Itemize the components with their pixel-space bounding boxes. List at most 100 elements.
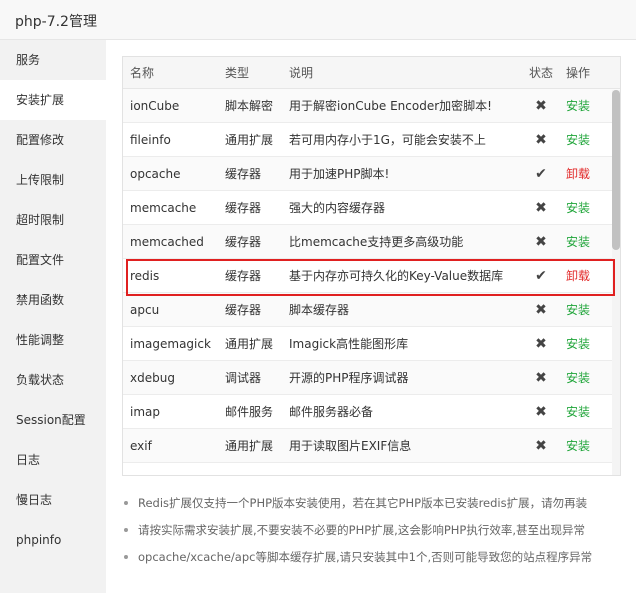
install-button[interactable]: 安装 xyxy=(566,201,590,215)
extension-desc: 开源的PHP程序调试器 xyxy=(289,371,409,385)
sidebar-item[interactable]: 安装扩展 xyxy=(0,80,106,120)
sidebar-item[interactable]: 超时限制 xyxy=(0,200,106,240)
table-row: fileinfo 通用扩展 若可用内存小于1G，可能会安装不上 ✖ 安装 xyxy=(123,123,620,157)
table-row: redis 缓存器 基于内存亦可持久化的Key-Value数据库 ✔ 卸载 xyxy=(123,259,620,293)
note-item: opcache/xcache/apc等脚本缓存扩展,请只安装其中1个,否则可能导… xyxy=(122,546,632,573)
header-name: 名称 xyxy=(130,66,155,80)
install-button[interactable]: 安装 xyxy=(566,133,590,147)
sidebar-item[interactable]: 配置修改 xyxy=(0,120,106,160)
install-button[interactable]: 安装 xyxy=(566,337,590,351)
cross-icon: ✖ xyxy=(535,335,547,352)
table-body: ionCube 脚本解密 用于解密ionCube Encoder加密脚本! ✖ 安装 fi… xyxy=(123,89,620,463)
note-item: Redis扩展仅支持一个PHP版本安装使用，若在其它PHP版本已安装redis扩… xyxy=(122,492,632,519)
extension-name: imap xyxy=(130,404,160,419)
extensions-table: 名称 类型 说明 状态 操作 ionCube 脚本解密 用于解密ionCube En… xyxy=(122,56,621,476)
extension-name: ionCube xyxy=(130,98,180,113)
extension-name: memcache xyxy=(130,200,197,215)
window-title: php-7.2管理 xyxy=(15,14,97,30)
table-row: xdebug 调试器 开源的PHP程序调试器 ✖ 安装 xyxy=(123,361,620,395)
extension-desc: 基于内存亦可持久化的Key-Value数据库 xyxy=(289,269,504,283)
cross-icon: ✖ xyxy=(535,131,547,148)
table-header: 名称 类型 说明 状态 操作 xyxy=(123,57,620,89)
extension-name: opcache xyxy=(130,166,181,181)
status-cell: ✖ xyxy=(522,234,560,250)
cross-icon: ✖ xyxy=(535,301,547,318)
action-cell: 安装 xyxy=(560,233,608,250)
status-cell: ✖ xyxy=(522,336,560,352)
sidebar-item[interactable]: 服务 xyxy=(0,40,106,80)
header-status: 状态 xyxy=(528,66,553,80)
install-button[interactable]: 安装 xyxy=(566,439,590,453)
cross-icon: ✖ xyxy=(535,199,547,216)
extension-type: 脚本解密 xyxy=(225,99,274,113)
action-cell: 安装 xyxy=(560,403,608,420)
extension-desc: 脚本缓存器 xyxy=(289,303,350,317)
sidebar-item[interactable]: 禁用函数 xyxy=(0,280,106,320)
action-cell: 卸载 xyxy=(560,267,608,284)
table-row: memcache 缓存器 强大的内容缓存器 ✖ 安装 xyxy=(123,191,620,225)
extension-desc: Imagick高性能图形库 xyxy=(289,337,409,351)
uninstall-button[interactable]: 卸载 xyxy=(566,269,590,283)
extension-name: xdebug xyxy=(130,370,175,385)
extension-name: imagemagick xyxy=(130,336,211,351)
sidebar-item[interactable]: 慢日志 xyxy=(0,480,106,520)
extension-type: 缓存器 xyxy=(225,167,262,181)
table-row: apcu 缓存器 脚本缓存器 ✖ 安装 xyxy=(123,293,620,327)
table-row: opcache 缓存器 用于加速PHP脚本! ✔ 卸载 xyxy=(123,157,620,191)
extension-name: exif xyxy=(130,438,152,453)
extension-name: fileinfo xyxy=(130,132,171,147)
action-cell: 安装 xyxy=(560,369,608,386)
extension-type: 缓存器 xyxy=(225,303,262,317)
install-button[interactable]: 安装 xyxy=(566,235,590,249)
extension-desc: 邮件服务器必备 xyxy=(289,405,374,419)
sidebar: 服务 安装扩展 配置修改 上传限制 超时限制 配置文件 禁用函数 性能调整 负载状态 Sessio… xyxy=(0,40,106,593)
sidebar-item[interactable]: 日志 xyxy=(0,440,106,480)
table-row: memcached 缓存器 比memcache支持更多高级功能 ✖ 安装 xyxy=(123,225,620,259)
status-cell: ✖ xyxy=(522,132,560,148)
check-icon: ✔ xyxy=(535,267,547,284)
status-cell: ✖ xyxy=(522,200,560,216)
action-cell: 安装 xyxy=(560,131,608,148)
extension-desc: 若可用内存小于1G，可能会安装不上 xyxy=(289,133,486,147)
extension-name: memcached xyxy=(130,234,204,249)
check-icon: ✔ xyxy=(535,165,547,182)
table-row: imap 邮件服务 邮件服务器必备 ✖ 安装 xyxy=(123,395,620,429)
sidebar-item[interactable]: 上传限制 xyxy=(0,160,106,200)
uninstall-button[interactable]: 卸载 xyxy=(566,167,590,181)
status-cell: ✔ xyxy=(522,166,560,182)
install-button[interactable]: 安装 xyxy=(566,371,590,385)
scrollbar-thumb[interactable] xyxy=(612,90,620,250)
action-cell: 安装 xyxy=(560,335,608,352)
table-row: ionCube 脚本解密 用于解密ionCube Encoder加密脚本! ✖ 安装 xyxy=(123,89,620,123)
action-cell: 安装 xyxy=(560,97,608,114)
extension-desc: 比memcache支持更多高级功能 xyxy=(289,235,464,249)
extension-type: 邮件服务 xyxy=(225,405,274,419)
cross-icon: ✖ xyxy=(535,437,547,454)
install-button[interactable]: 安装 xyxy=(566,99,590,113)
note-item: 请按实际需求安装扩展,不要安装不必要的PHP扩展,这会影响PHP执行效率,甚至出… xyxy=(122,519,632,546)
extension-type: 缓存器 xyxy=(225,269,262,283)
extension-desc: 用于加速PHP脚本! xyxy=(289,167,390,181)
sidebar-item[interactable]: 配置文件 xyxy=(0,240,106,280)
action-cell: 卸载 xyxy=(560,165,608,182)
extension-desc: 用于读取图片EXIF信息 xyxy=(289,439,412,453)
notes-list: Redis扩展仅支持一个PHP版本安装使用，若在其它PHP版本已安装redis扩… xyxy=(122,492,632,573)
status-cell: ✖ xyxy=(522,438,560,454)
header-desc: 说明 xyxy=(289,66,314,80)
install-button[interactable]: 安装 xyxy=(566,405,590,419)
extension-type: 通用扩展 xyxy=(225,439,274,453)
extension-desc: 强大的内容缓存器 xyxy=(289,201,386,215)
title-bar: php-7.2管理 xyxy=(0,0,636,40)
extension-type: 通用扩展 xyxy=(225,133,274,147)
extension-type: 缓存器 xyxy=(225,201,262,215)
sidebar-item[interactable]: Session配置 xyxy=(0,400,106,440)
extension-name: apcu xyxy=(130,302,160,317)
cross-icon: ✖ xyxy=(535,403,547,420)
table-row: imagemagick 通用扩展 Imagick高性能图形库 ✖ 安装 xyxy=(123,327,620,361)
install-button[interactable]: 安装 xyxy=(566,303,590,317)
sidebar-item[interactable]: phpinfo xyxy=(0,520,106,560)
sidebar-item[interactable]: 性能调整 xyxy=(0,320,106,360)
sidebar-item[interactable]: 负载状态 xyxy=(0,360,106,400)
header-action: 操作 xyxy=(566,66,591,80)
extension-type: 调试器 xyxy=(225,371,262,385)
